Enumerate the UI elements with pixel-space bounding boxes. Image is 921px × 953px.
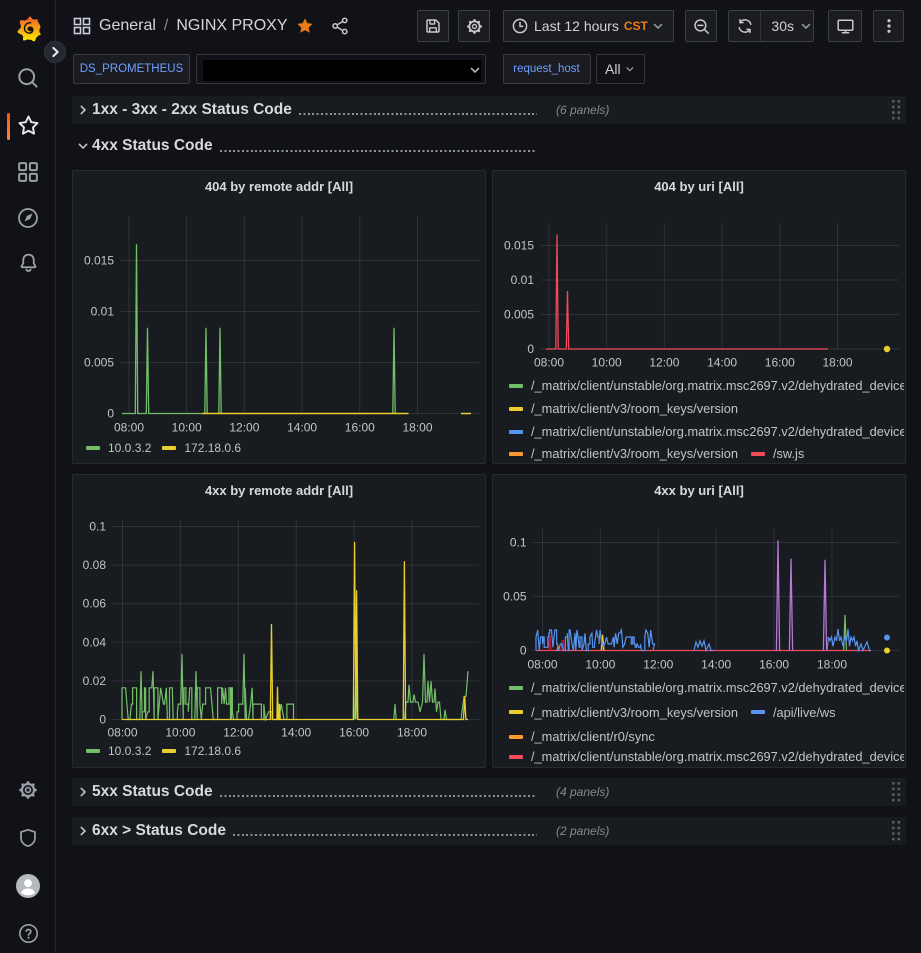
svg-text:14:00: 14:00 bbox=[707, 356, 737, 370]
svg-text:0.1: 0.1 bbox=[89, 520, 106, 534]
svg-text:10:00: 10:00 bbox=[592, 356, 622, 370]
svg-text:0.01: 0.01 bbox=[511, 273, 535, 287]
svg-text:12:00: 12:00 bbox=[229, 421, 259, 435]
svg-text:18:00: 18:00 bbox=[822, 356, 852, 370]
svg-text:0.01: 0.01 bbox=[91, 305, 115, 319]
svg-text:10:00: 10:00 bbox=[165, 726, 195, 740]
svg-text:0.015: 0.015 bbox=[504, 239, 534, 253]
svg-text:08:00: 08:00 bbox=[534, 356, 564, 370]
svg-text:18:00: 18:00 bbox=[402, 421, 432, 435]
svg-text:0.04: 0.04 bbox=[83, 635, 107, 649]
svg-text:16:00: 16:00 bbox=[759, 658, 789, 672]
svg-text:0.015: 0.015 bbox=[84, 254, 114, 268]
svg-text:08:00: 08:00 bbox=[527, 658, 557, 672]
svg-text:0.05: 0.05 bbox=[503, 590, 527, 604]
svg-text:14:00: 14:00 bbox=[287, 421, 317, 435]
svg-text:0: 0 bbox=[99, 713, 106, 727]
svg-text:16:00: 16:00 bbox=[339, 726, 369, 740]
svg-text:10:00: 10:00 bbox=[172, 421, 202, 435]
svg-text:08:00: 08:00 bbox=[107, 726, 137, 740]
svg-text:14:00: 14:00 bbox=[281, 726, 311, 740]
svg-text:16:00: 16:00 bbox=[765, 356, 795, 370]
svg-text:18:00: 18:00 bbox=[817, 658, 847, 672]
svg-text:18:00: 18:00 bbox=[397, 726, 427, 740]
svg-text:0: 0 bbox=[520, 644, 527, 658]
svg-text:0.08: 0.08 bbox=[83, 558, 107, 572]
svg-text:08:00: 08:00 bbox=[114, 421, 144, 435]
svg-text:16:00: 16:00 bbox=[345, 421, 375, 435]
svg-text:0.02: 0.02 bbox=[83, 674, 107, 688]
svg-text:0: 0 bbox=[107, 407, 114, 421]
svg-text:0.1: 0.1 bbox=[510, 536, 527, 550]
svg-text:0.005: 0.005 bbox=[504, 308, 534, 322]
svg-text:10:00: 10:00 bbox=[585, 658, 615, 672]
svg-text:0.06: 0.06 bbox=[83, 597, 107, 611]
svg-text:0: 0 bbox=[527, 342, 534, 356]
svg-text:14:00: 14:00 bbox=[701, 658, 731, 672]
svg-text:12:00: 12:00 bbox=[643, 658, 673, 672]
svg-text:12:00: 12:00 bbox=[649, 356, 679, 370]
svg-text:12:00: 12:00 bbox=[223, 726, 253, 740]
svg-text:0.005: 0.005 bbox=[84, 356, 114, 370]
